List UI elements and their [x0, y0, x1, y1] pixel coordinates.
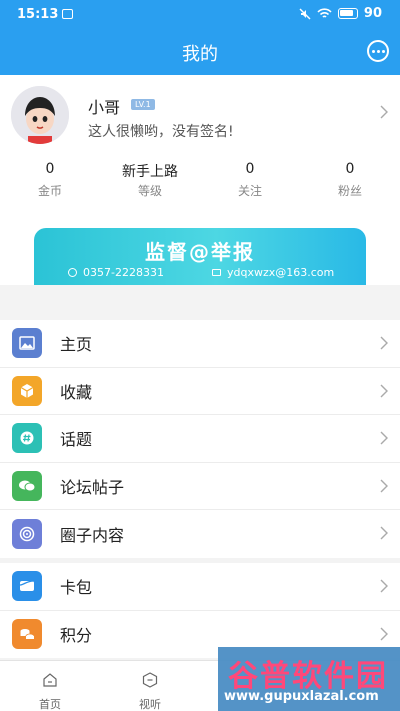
status-time: 15:13 — [17, 7, 59, 22]
chat-bubbles-icon — [12, 471, 42, 502]
menu-group-secondary: 卡包 积分 — [0, 563, 400, 659]
stat-value: 0 — [245, 161, 255, 177]
menu-label: 卡包 — [60, 578, 93, 598]
chevron-right-icon — [380, 431, 388, 445]
menu-item-circle-content[interactable]: 圈子内容 — [0, 510, 400, 558]
menu-label: 话题 — [60, 430, 93, 450]
stat-label: 关注 — [237, 184, 262, 198]
chevron-right-icon — [380, 627, 388, 641]
tab-label: 首页 — [39, 698, 61, 711]
battery-level: 90 — [363, 6, 382, 21]
menu-item-card-wallet[interactable]: 卡包 — [0, 563, 400, 611]
stat-label: 金币 — [37, 184, 62, 198]
home-icon — [43, 673, 57, 687]
chevron-right-icon[interactable] — [380, 105, 388, 119]
menu-item-forum-posts[interactable]: 论坛帖子 — [0, 463, 400, 511]
status-icons: 90 — [299, 6, 382, 21]
report-banner[interactable]: 监督@举报 0357-2228331 ydqxwzx@163.com — [34, 228, 366, 285]
stat-value: 新手上路 — [122, 164, 178, 180]
play-icon — [142, 672, 158, 688]
chevron-right-icon — [380, 336, 388, 350]
status-bar: 15:13 90 — [0, 0, 400, 28]
chevron-right-icon — [380, 526, 388, 540]
hashtag-icon — [12, 423, 42, 454]
menu-item-home[interactable]: 主页 — [0, 320, 400, 368]
coins-icon — [12, 619, 42, 650]
menu-label: 论坛帖子 — [60, 478, 125, 498]
stat-coins[interactable]: 0 金币 — [0, 161, 100, 199]
menu-group-primary: 主页 收藏 话题 论坛帖子 圈子内容 — [0, 320, 400, 558]
banner-email-text: ydqxwzx@163.com — [227, 266, 335, 279]
banner-email: ydqxwzx@163.com — [212, 266, 334, 279]
stat-value: 0 — [345, 161, 355, 177]
page-title: 我的 — [182, 44, 218, 65]
title-bar: 我的 — [0, 28, 400, 75]
wifi-icon — [317, 7, 332, 18]
banner-phone: 0357-2228331 — [68, 266, 164, 279]
stat-label: 等级 — [137, 184, 162, 198]
menu-item-topics[interactable]: 话题 — [0, 415, 400, 463]
chevron-right-icon — [380, 579, 388, 593]
mute-icon — [299, 8, 311, 19]
image-icon — [12, 328, 42, 359]
tab-label: 视听 — [139, 698, 161, 711]
stat-level[interactable]: 新手上路 等级 — [100, 161, 200, 199]
menu-label: 收藏 — [60, 382, 93, 402]
menu-label: 圈子内容 — [60, 526, 125, 546]
stat-label: 粉丝 — [337, 184, 362, 198]
message-icon[interactable] — [367, 40, 389, 62]
tab-home[interactable]: 首页 — [0, 661, 100, 711]
wallet-icon — [12, 571, 42, 602]
phone-icon — [68, 268, 77, 277]
level-badge: LV.1 — [131, 99, 155, 110]
mail-icon — [212, 269, 221, 276]
banner-phone-text: 0357-2228331 — [83, 266, 164, 279]
bio-text: 这人很懒哟，没有签名! — [88, 124, 234, 140]
stat-value: 0 — [45, 161, 55, 177]
tab-video[interactable]: 视听 — [100, 661, 200, 711]
battery-icon — [337, 8, 358, 19]
stat-fans[interactable]: 0 粉丝 — [300, 161, 400, 199]
avatar[interactable] — [11, 86, 69, 144]
notification-icon — [62, 9, 73, 19]
profile-card: 小哥 LV.1 这人很懒哟，没有签名! 0 金币 新手上路 等级 0 关注 0 … — [0, 75, 400, 285]
banner-title: 监督@举报 — [145, 240, 255, 264]
watermark: 谷普软件园 www.gupuxlazal.com — [218, 647, 400, 711]
box-icon — [12, 375, 42, 406]
menu-label: 积分 — [60, 626, 93, 646]
username: 小哥 — [88, 98, 121, 117]
watermark-url: www.gupuxlazal.com — [224, 689, 379, 704]
menu-item-favorites[interactable]: 收藏 — [0, 368, 400, 416]
stats-row: 0 金币 新手上路 等级 0 关注 0 粉丝 — [0, 161, 400, 199]
spiral-icon — [12, 519, 42, 550]
chevron-right-icon — [380, 384, 388, 398]
menu-label: 主页 — [60, 335, 93, 355]
stat-following[interactable]: 0 关注 — [200, 161, 300, 199]
chevron-right-icon — [380, 479, 388, 493]
